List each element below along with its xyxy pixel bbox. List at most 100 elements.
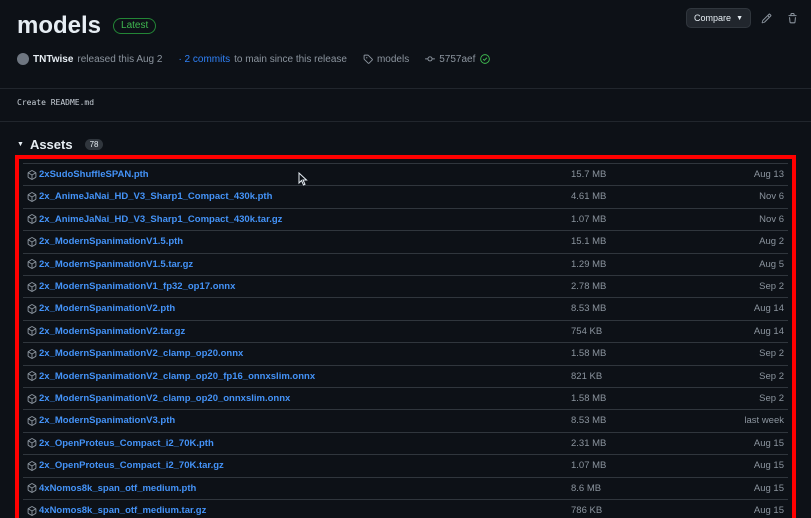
asset-date: Aug 14	[753, 325, 784, 337]
asset-row[interactable]: 2x_AnimeJaNai_HD_V3_Sharp1_Compact_430k.…	[23, 185, 788, 207]
asset-size: 15.7 MB	[571, 169, 607, 180]
asset-link[interactable]: 2x_ModernSpanimationV1.5.pth	[39, 236, 788, 247]
release-header: models Latest	[17, 8, 157, 44]
asset-row[interactable]: 2x_ModernSpanimationV2_clamp_op20_fp16_o…	[23, 364, 788, 387]
asset-link[interactable]: 2x_ModernSpanimationV2.pth	[39, 303, 788, 314]
asset-size: 1.58 MB	[571, 393, 607, 404]
compare-button[interactable]: Compare ▼	[686, 8, 751, 28]
asset-size: 1.07 MB	[571, 213, 607, 225]
package-icon	[27, 326, 37, 337]
mouse-cursor-icon	[298, 172, 308, 186]
asset-link[interactable]: 2x_ModernSpanimationV2_clamp_op20_onnxsl…	[39, 393, 788, 404]
asset-date: Nov 6	[759, 191, 784, 203]
asset-size: 4.61 MB	[571, 191, 607, 203]
asset-link[interactable]: 2x_AnimeJaNai_HD_V3_Sharp1_Compact_430k.…	[39, 191, 788, 202]
asset-date: Aug 15	[753, 460, 784, 472]
trash-icon	[787, 12, 797, 23]
package-icon	[27, 281, 37, 292]
asset-date: Aug 15	[753, 437, 784, 449]
asset-date: Aug 13	[753, 169, 784, 180]
asset-row[interactable]: 2x_AnimeJaNai_HD_V3_Sharp1_Compact_430k.…	[23, 207, 788, 230]
assets-title: Assets	[29, 136, 73, 152]
asset-size: 821 KB	[571, 370, 603, 382]
divider	[0, 121, 811, 122]
asset-row[interactable]: 2xSudoShuffleSPAN.pth 15.7 MB Aug 13	[23, 163, 788, 185]
asset-row[interactable]: 2x_ModernSpanimationV2.pth 8.53 MB Aug 14	[23, 297, 788, 319]
package-icon	[27, 438, 37, 449]
asset-size: 8.53 MB	[571, 415, 607, 427]
commit-link[interactable]: 5757aef	[425, 54, 494, 65]
package-icon	[27, 214, 37, 225]
asset-link[interactable]: 2xSudoShuffleSPAN.pth	[39, 169, 788, 180]
release-notes: Create README.md	[17, 98, 95, 107]
asset-date: Aug 14	[753, 303, 784, 315]
avatar[interactable]	[17, 53, 29, 65]
asset-date: Sep 2	[759, 281, 784, 292]
asset-size: 8.53 MB	[571, 303, 607, 315]
assets-list: 2xSudoShuffleSPAN.pth 15.7 MB Aug 13 2x_Ani…	[15, 155, 796, 518]
release-meta: TNTwise released this Aug 2 · 2 commits …	[17, 52, 494, 66]
asset-link[interactable]: 2x_ModernSpanimationV2.tar.gz	[39, 326, 788, 337]
package-icon	[27, 169, 37, 180]
tag-icon	[363, 54, 373, 64]
asset-link[interactable]: 2x_OpenProteus_Compact_i2_70K.pth	[39, 438, 788, 449]
asset-link[interactable]: 2x_OpenProteus_Compact_i2_70K.tar.gz	[39, 460, 788, 471]
asset-row[interactable]: 4xNomos8k_span_otf_medium.tar.gz 786 KB Au…	[23, 499, 788, 518]
asset-size: 1.29 MB	[571, 258, 607, 270]
asset-row[interactable]: 2x_ModernSpanimationV3.pth 8.53 MB last we…	[23, 409, 788, 431]
asset-link[interactable]: 2x_ModernSpanimationV3.pth	[39, 415, 788, 426]
asset-row[interactable]: 4xNomos8k_span_otf_medium.pth 8.6 MB Aug 1…	[23, 476, 788, 499]
asset-row[interactable]: 2x_ModernSpanimationV1.5.pth 15.1 MB Aug 2	[23, 230, 788, 252]
asset-row[interactable]: 2x_ModernSpanimationV2_clamp_op20_onnxsl…	[23, 387, 788, 409]
package-icon	[27, 505, 37, 516]
package-icon	[27, 460, 37, 471]
package-icon	[27, 371, 37, 381]
tag-label: models	[376, 53, 410, 65]
asset-row[interactable]: 2x_ModernSpanimationV1_fp32_op17.onnx 2.7…	[23, 275, 788, 297]
author-link[interactable]: TNTwise	[33, 54, 73, 65]
asset-size: 786 KB	[571, 505, 603, 516]
tag-link[interactable]: models	[363, 54, 409, 65]
asset-row[interactable]: 2x_OpenProteus_Compact_i2_70K.pth 2.31 MB…	[23, 431, 788, 454]
commit-hash: 5757aef	[439, 53, 476, 65]
delete-button[interactable]	[781, 8, 803, 28]
asset-size: 15.1 MB	[571, 236, 607, 248]
package-icon	[27, 259, 37, 269]
release-title[interactable]: models	[17, 12, 101, 40]
package-icon	[27, 483, 37, 493]
commit-icon	[425, 56, 436, 62]
pencil-icon	[761, 13, 771, 23]
asset-row[interactable]: 2x_ModernSpanimationV2.tar.gz 754 KB Aug 1…	[23, 319, 788, 342]
latest-badge: Latest	[113, 18, 157, 34]
asset-date: Aug 15	[753, 482, 784, 494]
divider	[0, 88, 811, 89]
edit-button[interactable]	[755, 8, 777, 28]
asset-link[interactable]: 4xNomos8k_span_otf_medium.pth	[39, 483, 788, 494]
package-icon	[27, 393, 37, 404]
commits-link[interactable]: · 2 commits	[178, 54, 230, 65]
asset-date: Nov 6	[759, 213, 784, 225]
package-icon	[27, 236, 37, 247]
asset-row[interactable]: 2x_OpenProteus_Compact_i2_70K.tar.gz 1.07…	[23, 454, 788, 476]
triangle-down-icon: ▼	[17, 140, 24, 148]
asset-size: 754 KB	[571, 325, 603, 337]
asset-link[interactable]: 2x_AnimeJaNai_HD_V3_Sharp1_Compact_430k.…	[39, 214, 788, 225]
verified-check-icon	[480, 54, 491, 64]
asset-link[interactable]: 2x_ModernSpanimationV2_clamp_op20_fp16_o…	[39, 371, 788, 382]
assets-toggle[interactable]: ▼ Assets 78	[17, 136, 104, 152]
asset-link[interactable]: 2x_ModernSpanimationV1.5.tar.gz	[39, 259, 788, 270]
asset-row[interactable]: 2x_ModernSpanimationV2_clamp_op20.onnx 1.…	[23, 342, 788, 364]
asset-link[interactable]: 2x_ModernSpanimationV1_fp32_op17.onnx	[39, 281, 788, 292]
asset-link[interactable]: 2x_ModernSpanimationV2_clamp_op20.onnx	[39, 348, 788, 359]
asset-date: Sep 2	[759, 393, 784, 404]
chevron-down-icon: ▼	[736, 14, 743, 22]
asset-link[interactable]: 4xNomos8k_span_otf_medium.tar.gz	[39, 505, 788, 516]
asset-size: 2.78 MB	[571, 281, 607, 292]
asset-size: 2.31 MB	[571, 437, 607, 449]
release-actions: Compare ▼	[686, 8, 803, 28]
asset-date: Aug 2	[759, 236, 784, 248]
asset-date: Aug 15	[753, 505, 784, 516]
asset-row[interactable]: 2x_ModernSpanimationV1.5.tar.gz 1.29 MB Au…	[23, 252, 788, 275]
asset-date: Aug 5	[759, 258, 784, 270]
asset-size: 1.58 MB	[571, 348, 607, 360]
